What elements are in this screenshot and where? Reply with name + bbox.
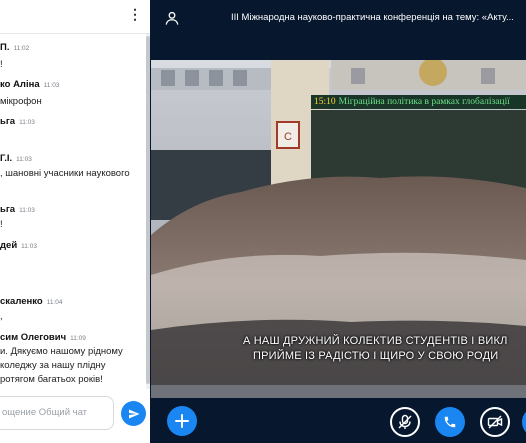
message-author: скаленко [0, 296, 43, 307]
chat-input-box[interactable] [0, 396, 114, 430]
conference-top-bar: III Міжнародна науково-практична конфере… [150, 0, 526, 38]
message-author: ьга [0, 204, 16, 215]
mute-microphone-button[interactable] [390, 407, 420, 437]
chat-scrollbar[interactable] [146, 34, 150, 389]
send-arrow-icon [128, 409, 139, 418]
message-author: сим Олегович [0, 332, 67, 343]
phone-icon [444, 416, 456, 428]
message-text: коледжу за нашу плідну [0, 360, 106, 371]
add-button[interactable] [167, 406, 197, 436]
toggle-camera-button[interactable] [480, 407, 510, 437]
message-author: П. [0, 42, 10, 53]
video-stream: С 15:10 Міграційна політика в рамках глоб… [151, 60, 526, 398]
app-window: ⋮ П. 11:02 ! ко Аліна 11:03 мікрофон ьга 11… [0, 0, 526, 443]
message-time: 11:09 [70, 335, 86, 342]
message-text: , шановні учасники наукового [0, 168, 130, 179]
ticker-time: 15:10 [314, 97, 336, 107]
chat-input[interactable] [0, 397, 110, 428]
conference-title: III Міжнародна науково-практична конфере… [231, 12, 514, 23]
message-author: ьга [0, 116, 16, 127]
video-caption-line-1: А НАШ ДРУЖНИЙ КОЛЕКТИВ СТУДЕНТІВ І ВИКЛ [243, 335, 508, 347]
message-time: 11:04 [46, 299, 63, 306]
user-icon[interactable] [165, 11, 179, 25]
message-time: 11:03 [43, 82, 60, 89]
chat-message-list: П. 11:02 ! ко Аліна 11:03 мікрофон ьга 11:0… [0, 34, 146, 389]
ticker-text: Міграційна політика в рамках глобалізаці… [338, 97, 510, 107]
kebab-menu-icon[interactable]: ⋮ [128, 5, 142, 23]
message-text: ! [0, 59, 3, 70]
call-controls-bar [150, 398, 526, 443]
message-time: 11:03 [19, 119, 35, 126]
message-time: 11:03 [21, 243, 37, 250]
camera-off-icon [487, 415, 503, 429]
message-author: дей [0, 240, 18, 251]
message-time: 11:02 [13, 45, 30, 52]
video-caption-line-2: ПРИЙМЕ ІЗ РАДІСТЮ І ЩИРО У СВОЮ РОДИ [253, 350, 499, 362]
message-author: Г.І. [0, 153, 13, 164]
chat-panel: ⋮ П. 11:02 ! ко Аліна 11:03 мікрофон ьга 11… [0, 0, 150, 443]
message-text: и. Дякуємо нашому рідному [0, 346, 123, 357]
chat-scroll-thumb[interactable] [146, 36, 150, 384]
message-time: 11:03 [16, 156, 32, 163]
building-sign: С [284, 131, 292, 143]
message-text: мікрофон [0, 96, 42, 107]
end-call-button[interactable] [435, 407, 465, 437]
message-text: ротягом багатьох років! [0, 374, 103, 385]
message-text: , [0, 311, 3, 322]
more-options-button[interactable] [522, 407, 526, 437]
news-ticker: 15:10 Міграційна політика в рамках глобал… [311, 95, 526, 109]
chat-header: ⋮ [0, 0, 150, 32]
message-text: ! [0, 219, 3, 230]
message-time: 11:03 [19, 207, 35, 214]
send-button[interactable] [121, 401, 146, 426]
mic-muted-icon [398, 414, 412, 429]
message-author: ко Аліна [0, 79, 40, 90]
plus-icon [175, 414, 189, 428]
